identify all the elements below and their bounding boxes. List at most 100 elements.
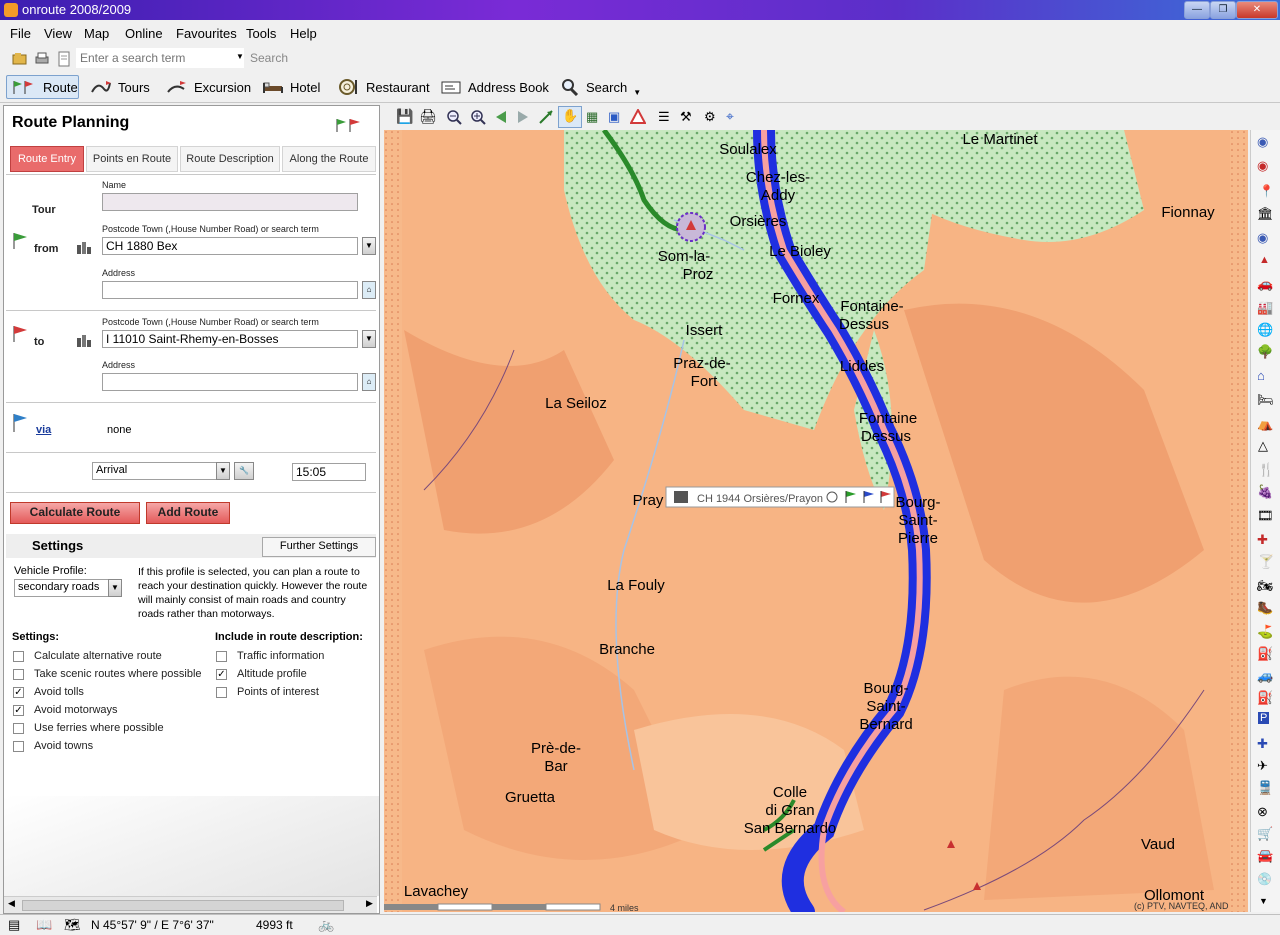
zoom-in-icon[interactable]: [470, 109, 486, 125]
search-menu-chevron-icon[interactable]: ▼: [633, 88, 641, 97]
cocktail-icon[interactable]: 🍸: [1258, 554, 1274, 570]
home-icon[interactable]: ⌂: [1257, 368, 1265, 383]
document-icon[interactable]: [56, 51, 72, 67]
vehicle-icon[interactable]: 🚙: [1257, 668, 1273, 684]
gps-icon[interactable]: ⌖: [726, 108, 734, 125]
print-map-icon[interactable]: 🖨: [419, 108, 437, 125]
time-mode-dropdown-icon[interactable]: ▼: [216, 462, 230, 480]
to-address-input[interactable]: [102, 373, 358, 391]
scroll-thumb[interactable]: [22, 900, 344, 911]
medical-icon[interactable]: ✚: [1257, 736, 1268, 752]
menu-map[interactable]: Map: [84, 26, 109, 41]
tab-route-description[interactable]: Route Description: [180, 146, 280, 172]
settings-checkbox[interactable]: [13, 741, 24, 752]
close-button[interactable]: ✕: [1236, 1, 1278, 19]
car-icon[interactable]: 🚗: [1257, 276, 1273, 292]
to-address-home-icon[interactable]: ⌂: [362, 373, 376, 391]
fit-view-icon[interactable]: [538, 109, 554, 125]
tour-name-field[interactable]: [102, 193, 358, 211]
open-folder-icon[interactable]: [12, 51, 28, 67]
bed-icon[interactable]: 🛏: [1257, 392, 1274, 408]
from-address-input[interactable]: [102, 281, 358, 299]
eye-icon[interactable]: ◉: [1257, 134, 1268, 150]
museum-icon[interactable]: 🏛: [1257, 206, 1274, 222]
train-icon[interactable]: 🚆: [1257, 780, 1273, 796]
status-vehicle-icon[interactable]: 🚲: [318, 917, 334, 933]
vehicle-profile-dropdown-icon[interactable]: ▼: [108, 579, 122, 597]
cd-icon[interactable]: 💿: [1257, 872, 1272, 886]
border-crossing-icon[interactable]: ⊗: [1257, 804, 1268, 820]
tours-button[interactable]: Tours: [90, 75, 150, 99]
tools-icon[interactable]: ⚒: [680, 109, 692, 125]
tab-route-entry[interactable]: Route Entry: [10, 146, 84, 172]
tab-points-en-route[interactable]: Points en Route: [86, 146, 178, 172]
pin-icon[interactable]: 📍: [1259, 184, 1274, 198]
further-settings-button[interactable]: Further Settings: [262, 537, 376, 557]
globe-icon[interactable]: 🌐: [1257, 322, 1273, 338]
motorbike-icon[interactable]: 🏍: [1257, 578, 1274, 594]
golf-icon[interactable]: ⛳: [1257, 624, 1273, 640]
status-map-icon[interactable]: 🗺: [64, 917, 81, 933]
address-book-button[interactable]: Address Book: [440, 75, 549, 99]
clipboard-icon[interactable]: ▣: [608, 109, 620, 125]
side-scroll-down-icon[interactable]: ▼: [1259, 896, 1268, 906]
eye-off-icon[interactable]: ◉: [1257, 158, 1268, 174]
back-arrow-icon[interactable]: [494, 110, 508, 124]
vehicle-profile-select[interactable]: secondary roads: [14, 579, 110, 597]
calculate-route-button[interactable]: Calculate Route: [10, 502, 140, 524]
time-mode-select[interactable]: Arrival: [92, 462, 218, 480]
petrol-station-icon[interactable]: ⛽: [1257, 690, 1273, 706]
from-address-home-icon[interactable]: ⌂: [362, 281, 376, 299]
settings-checkbox[interactable]: [13, 651, 24, 662]
time-input[interactable]: 15:05: [292, 463, 366, 481]
toolbar-search-button[interactable]: Search ▼: [560, 75, 641, 99]
cutlery-icon[interactable]: 🍴: [1258, 462, 1274, 478]
fuel-icon[interactable]: ⛽: [1257, 646, 1273, 662]
grapes-icon[interactable]: 🍇: [1257, 484, 1273, 500]
from-input[interactable]: CH 1880 Bex: [102, 237, 358, 255]
from-dropdown-icon[interactable]: ▼: [362, 237, 376, 255]
save-icon[interactable]: 💾: [396, 108, 413, 125]
cinema-icon[interactable]: 🎞: [1257, 508, 1274, 524]
list-icon[interactable]: ☰: [658, 109, 670, 125]
settings-checkbox[interactable]: ✓: [13, 705, 24, 716]
forward-arrow-icon[interactable]: [516, 110, 530, 124]
via-link[interactable]: via: [36, 424, 51, 436]
shopping-cart-icon[interactable]: 🛒: [1257, 826, 1273, 842]
search-dropdown-icon[interactable]: ▼: [236, 52, 244, 61]
minimize-button[interactable]: —: [1184, 1, 1210, 19]
map-tooltip[interactable]: CH 1944 Orsières/Prayon: [665, 486, 895, 508]
panel-scrollbar[interactable]: ◀ ▶: [4, 896, 377, 913]
scroll-left-icon[interactable]: ◀: [8, 898, 15, 909]
settings-icon[interactable]: ⚙: [704, 109, 716, 125]
airport-icon[interactable]: ✈: [1257, 758, 1268, 774]
excursion-button[interactable]: Excursion: [166, 75, 251, 99]
tree-icon[interactable]: 🌳: [1257, 344, 1273, 360]
hotel-button[interactable]: Hotel: [262, 75, 320, 99]
zoom-out-icon[interactable]: [446, 109, 462, 125]
menu-online[interactable]: Online: [125, 26, 163, 41]
sight-icon[interactable]: ◉: [1257, 230, 1268, 246]
pan-hand-button[interactable]: ✋: [558, 106, 582, 128]
status-book-icon[interactable]: 📖: [36, 917, 52, 933]
camping-icon[interactable]: ⛺: [1257, 416, 1273, 432]
map-layers-icon[interactable]: ▦: [586, 109, 598, 125]
maximize-button[interactable]: ❐: [1210, 1, 1236, 19]
time-settings-icon[interactable]: 🔧: [234, 462, 254, 480]
tent-icon[interactable]: △: [1258, 438, 1268, 454]
car-service-icon[interactable]: 🚘: [1257, 848, 1273, 864]
menu-file[interactable]: File: [10, 26, 31, 41]
menu-help[interactable]: Help: [290, 26, 317, 41]
settings-checkbox[interactable]: [13, 723, 24, 734]
hiking-icon[interactable]: 🥾: [1257, 600, 1273, 616]
warning-icon[interactable]: [630, 109, 646, 125]
parking-icon[interactable]: P: [1258, 712, 1270, 724]
to-dropdown-icon[interactable]: ▼: [362, 330, 376, 348]
include-checkbox[interactable]: [216, 651, 227, 662]
hospital-icon[interactable]: ✚: [1257, 532, 1268, 548]
factory-icon[interactable]: 🏭: [1257, 300, 1273, 316]
scroll-right-icon[interactable]: ▶: [366, 898, 373, 909]
map-view[interactable]: Soulalex Chez-les- Addy Orsières Le Mart…: [384, 130, 1248, 912]
tab-along-the-route[interactable]: Along the Route: [282, 146, 376, 172]
route-button[interactable]: Route: [6, 75, 79, 99]
